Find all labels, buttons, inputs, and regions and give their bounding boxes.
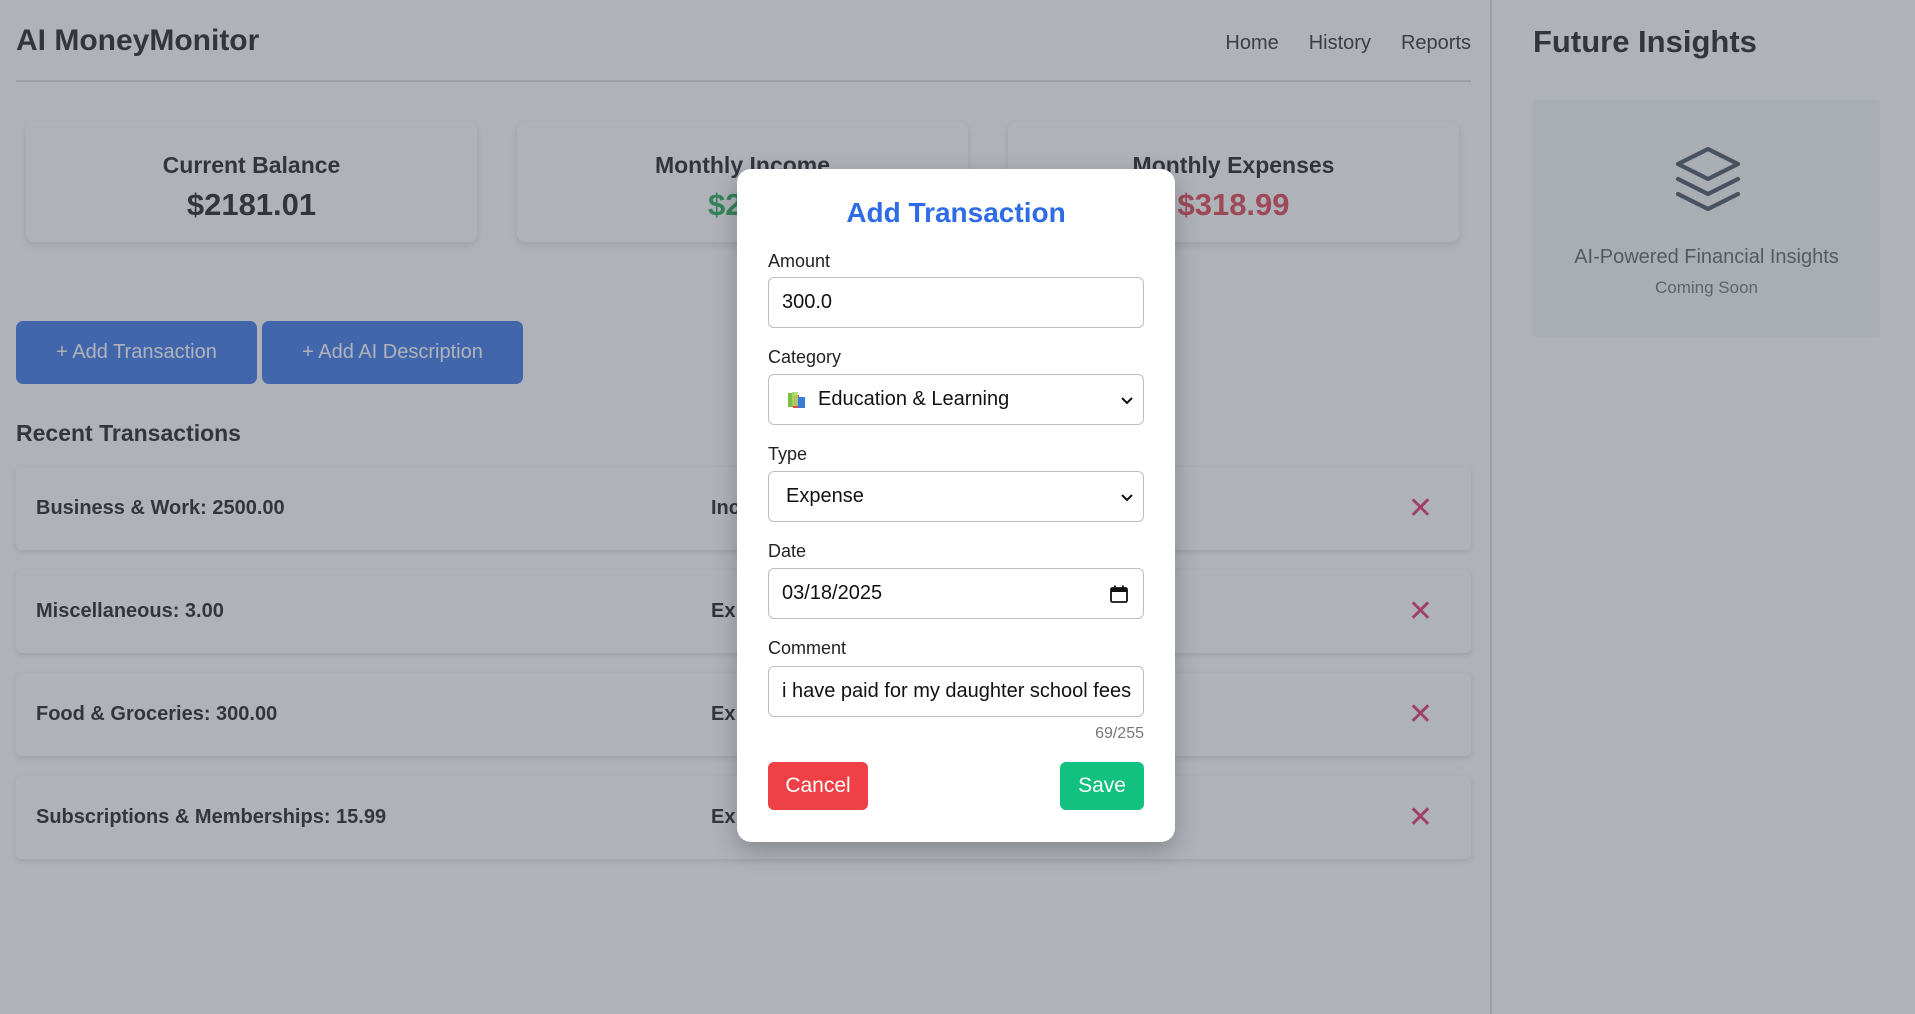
date-label: Date bbox=[768, 541, 807, 561]
date-value: 03/18/2025 bbox=[782, 582, 883, 604]
add-transaction-modal: Add Transaction Amount 300.0 Category Ed… bbox=[737, 169, 1175, 842]
comment-value: i have paid for my daughter school fees bbox=[782, 680, 1132, 702]
amount-label: Amount bbox=[768, 251, 831, 271]
chevron-down-icon bbox=[1119, 391, 1135, 414]
category-label: Category bbox=[768, 347, 842, 367]
category-select[interactable]: Education & Learning bbox=[768, 374, 1144, 425]
comment-counter: 69/255 bbox=[1095, 725, 1144, 742]
calendar-icon[interactable] bbox=[1109, 584, 1129, 610]
amount-input[interactable]: 300.0 bbox=[768, 277, 1144, 328]
type-select[interactable]: Expense bbox=[768, 471, 1144, 522]
type-label: Type bbox=[768, 444, 808, 464]
type-value: Expense bbox=[786, 485, 864, 507]
save-button[interactable]: Save bbox=[1060, 762, 1144, 810]
modal-title: Add Transaction bbox=[846, 197, 1066, 228]
category-value: Education & Learning bbox=[818, 388, 1010, 410]
books-icon bbox=[786, 390, 810, 410]
amount-value: 300.0 bbox=[782, 291, 833, 313]
comment-input[interactable]: i have paid for my daughter school fees bbox=[768, 666, 1144, 717]
cancel-button[interactable]: Cancel bbox=[768, 762, 868, 810]
chevron-down-icon bbox=[1119, 488, 1135, 511]
date-input[interactable]: 03/18/2025 bbox=[768, 568, 1144, 619]
comment-label: Comment bbox=[768, 638, 847, 658]
